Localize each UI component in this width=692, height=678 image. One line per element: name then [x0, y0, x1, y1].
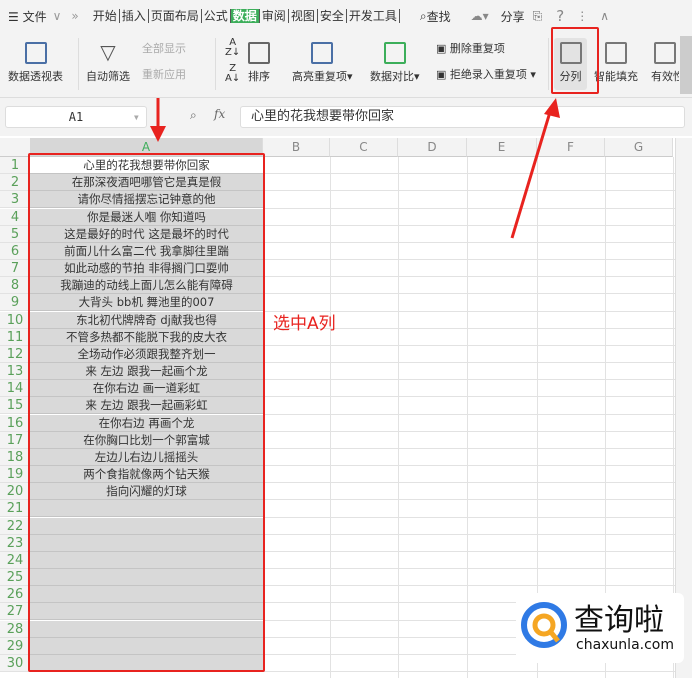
watermark-logo: 查询啦 chaxunla.com [516, 593, 684, 663]
magnifier-logo-icon [521, 602, 567, 648]
annotation-text: 选中A列 [273, 314, 336, 334]
arrow-up-icon [544, 98, 560, 118]
arrow-down-icon [150, 126, 166, 142]
annotation-arrows [150, 98, 560, 239]
